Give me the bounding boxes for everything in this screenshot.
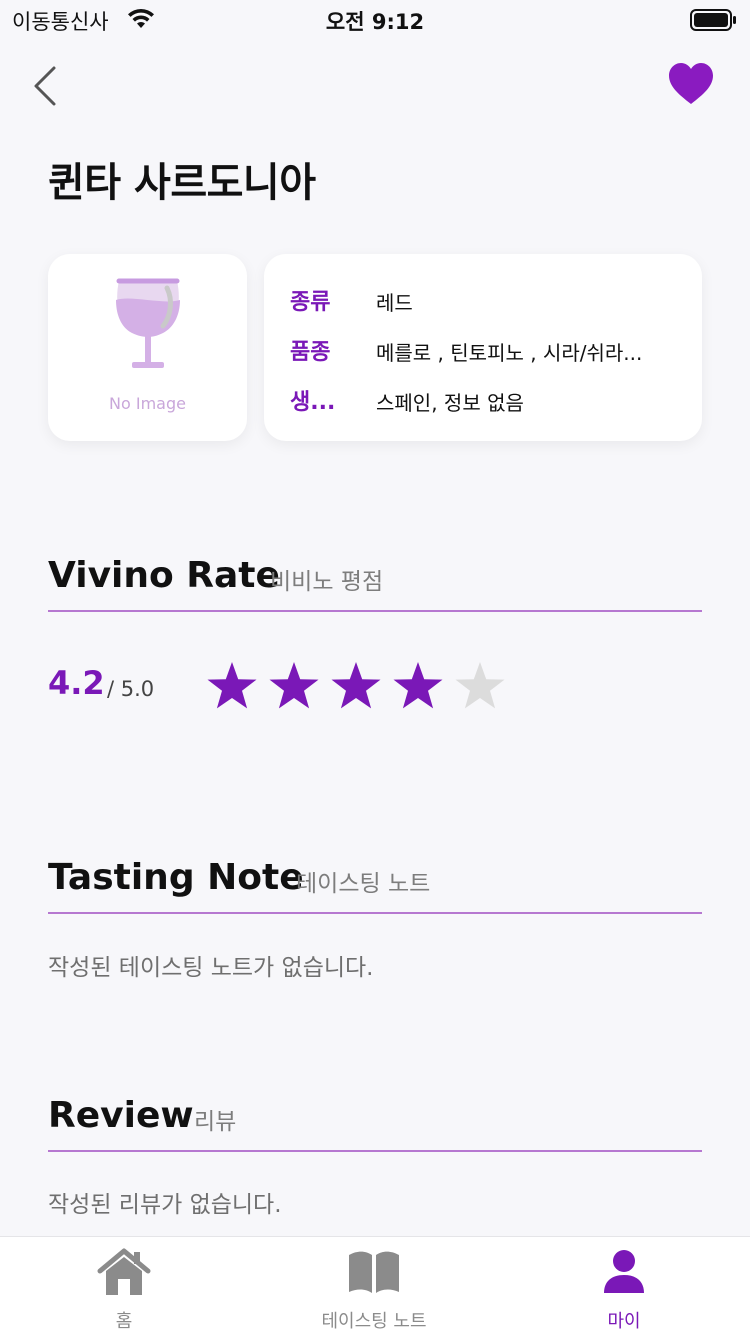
section-subtitle: 테이스팅 노트 [296,871,431,897]
tab-bar: 홈 테이스팅 노트 마이 [0,1236,750,1335]
tab-home[interactable]: 홈 [24,1237,224,1335]
wine-info-card: 종류 레드 품종 메를로 , 틴토피노 , 시라/쉬라... 생... 스페인,… [264,254,702,441]
person-icon [524,1247,724,1301]
tab-label: 마이 [607,1311,641,1332]
tab-label: 홈 [115,1311,133,1332]
tab-my[interactable]: 마이 [524,1237,724,1335]
section-subtitle: 비비노 평점 [270,569,384,595]
tab-tasting-note[interactable]: 테이스팅 노트 [274,1237,474,1335]
status-bar: 이동통신사 오전 9:12 [0,0,750,40]
tasting-note-section-header: Tasting Note 테이스팅 노트 [48,856,702,914]
rating-max: / 5.0 [107,677,155,701]
review-section-header: Review 리뷰 [48,1094,702,1152]
star-filled-icon [269,662,319,709]
info-label: 품종 [290,340,331,365]
info-label: 종류 [290,290,331,315]
home-icon [24,1247,224,1301]
info-row-origin: 생... 스페인, 정보 없음 [290,384,690,418]
star-filled-icon [331,662,381,709]
info-value: 메를로 , 틴토피노 , 시라/쉬라... [376,341,643,365]
vivino-section-header: Vivino Rate 비비노 평점 [48,554,702,612]
info-row-variety: 품종 메를로 , 틴토피노 , 시라/쉬라... [290,334,690,368]
info-value: 스페인, 정보 없음 [376,391,524,415]
section-subtitle: 리뷰 [194,1109,237,1135]
info-row-type: 종류 레드 [290,284,690,318]
back-button[interactable] [28,62,68,110]
book-icon [274,1247,474,1301]
clock: 오전 9:12 [325,10,425,34]
tasting-note-empty-text: 작성된 테이스팅 노트가 없습니다. [48,955,374,981]
wine-glass-icon [116,278,180,368]
info-label: 생... [290,390,336,415]
heart-icon [669,63,713,104]
tab-label: 테이스팅 노트 [321,1311,427,1332]
section-title: Review [48,1095,194,1136]
info-value: 레드 [376,291,413,315]
wine-image-card: No Image [48,254,247,441]
wine-title: 퀸타 사르도니아 [48,160,316,206]
section-title: Tasting Note [48,857,304,898]
section-title: Vivino Rate [48,555,280,596]
rating-value: 4.2 [48,664,105,702]
battery-icon [690,9,738,35]
star-filled-icon [393,662,443,709]
favorite-button[interactable] [668,62,714,106]
star-filled-icon [207,662,257,709]
star-empty-icon [455,662,505,709]
chevron-left-icon [34,66,56,106]
no-image-label: No Image [109,394,186,413]
review-empty-text: 작성된 리뷰가 없습니다. [48,1192,282,1218]
